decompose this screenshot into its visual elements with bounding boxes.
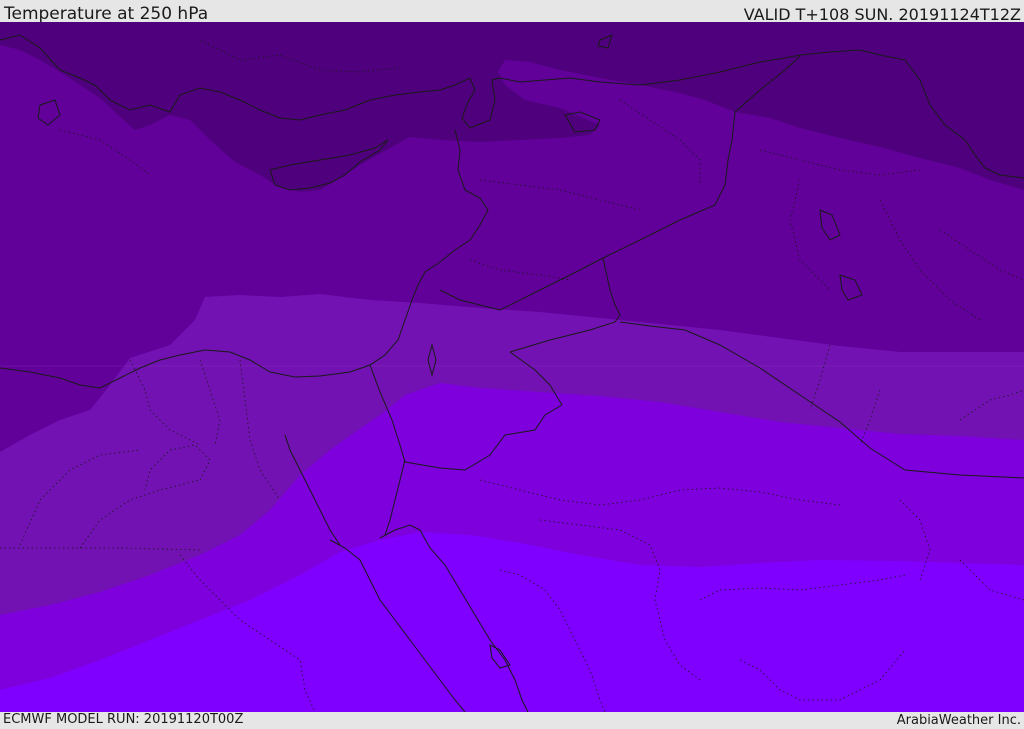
credit-label: ArabiaWeather Inc. (896, 713, 1021, 728)
chart-title: Temperature at 250 hPa (4, 4, 209, 24)
temperature-map (0, 22, 1024, 712)
map-figure: Temperature at 250 hPa VALID T+108 SUN. … (0, 0, 1024, 729)
model-run-label: ECMWF MODEL RUN: 20191120T00Z (3, 712, 244, 727)
footer-bar: ECMWF MODEL RUN: 20191120T00Z ArabiaWeat… (0, 712, 1024, 729)
header-bar: Temperature at 250 hPa VALID T+108 SUN. … (0, 0, 1024, 24)
